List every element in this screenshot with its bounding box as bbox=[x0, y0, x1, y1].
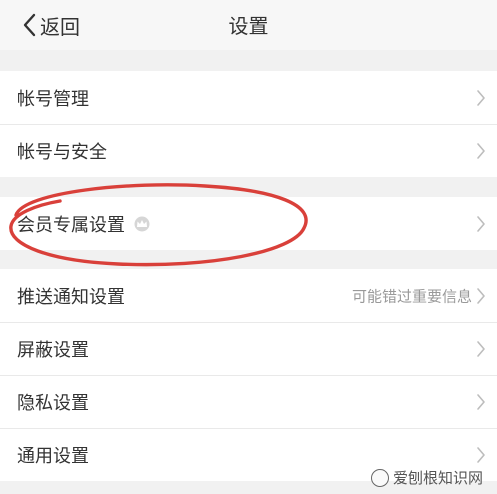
settings-group-account: 帐号管理 帐号与安全 bbox=[0, 71, 497, 177]
settings-item-account-security[interactable]: 帐号与安全 bbox=[0, 124, 497, 177]
watermark-logo-icon bbox=[370, 468, 389, 487]
settings-item-block[interactable]: 屏蔽设置 bbox=[0, 322, 497, 375]
settings-item-push-notifications[interactable]: 推送通知设置 可能错过重要信息 bbox=[0, 269, 497, 322]
settings-item-label: 屏蔽设置 bbox=[17, 340, 89, 361]
settings-item-label: 推送通知设置 bbox=[17, 286, 125, 308]
settings-item-hint: 可能错过重要信息 bbox=[351, 287, 472, 305]
chevron-right-icon bbox=[477, 143, 485, 159]
settings-item-label: 隐私设置 bbox=[17, 393, 89, 414]
watermark: 爱刨根知识网 bbox=[370, 467, 483, 488]
chevron-right-icon bbox=[477, 447, 485, 463]
crown-icon bbox=[134, 216, 150, 231]
settings-group-general: 推送通知设置 可能错过重要信息 屏蔽设置 隐私设置 通用设置 bbox=[0, 269, 497, 481]
settings-item-member-settings[interactable]: 会员专属设置 bbox=[0, 197, 497, 250]
chevron-right-icon bbox=[477, 89, 485, 106]
settings-item-label: 帐号管理 bbox=[17, 88, 89, 110]
settings-item-label: 会员专属设置 bbox=[17, 214, 125, 236]
settings-item-privacy[interactable]: 隐私设置 bbox=[0, 375, 497, 428]
watermark-text: 爱刨根知识网 bbox=[392, 469, 483, 487]
settings-group-member: 会员专属设置 bbox=[0, 197, 497, 250]
settings-item-label: 帐号与安全 bbox=[17, 142, 107, 163]
chevron-right-icon bbox=[477, 341, 485, 357]
chevron-right-icon bbox=[477, 394, 485, 410]
chevron-right-icon bbox=[477, 215, 485, 232]
navigation-bar: 返回 设置 bbox=[0, 0, 497, 50]
settings-item-account-management[interactable]: 帐号管理 bbox=[0, 71, 497, 124]
chevron-right-icon bbox=[477, 287, 485, 304]
settings-item-label: 通用设置 bbox=[17, 446, 89, 467]
page-title: 设置 bbox=[228, 14, 269, 38]
